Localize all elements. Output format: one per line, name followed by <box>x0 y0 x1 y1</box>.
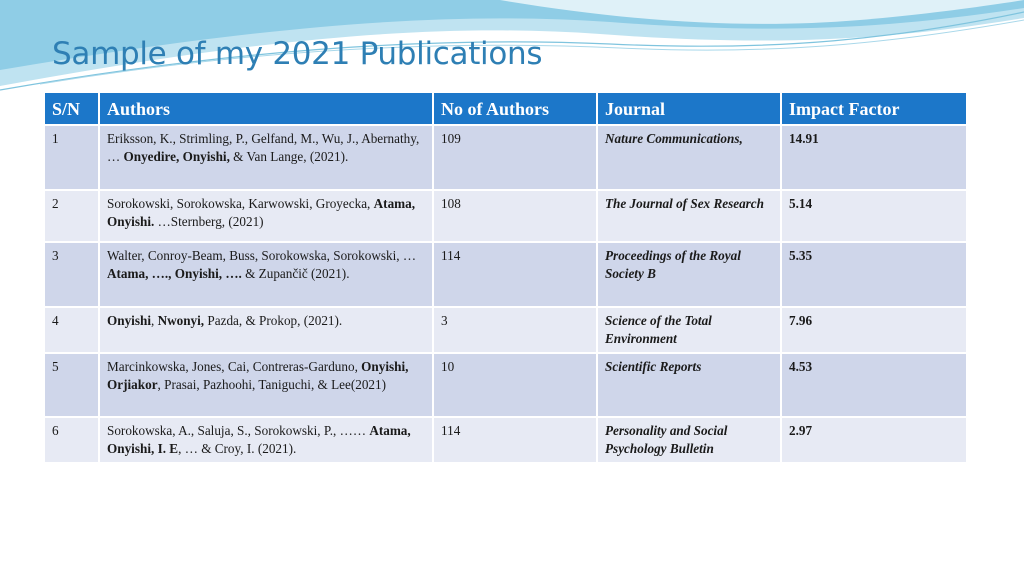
author-count-cell: 114 <box>433 416 598 462</box>
journal-cell: The Journal of Sex Research <box>597 189 782 242</box>
author-count-cell: 10 <box>433 352 598 417</box>
serial-number-cell: 6 <box>45 416 100 462</box>
serial-number-cell: 4 <box>45 306 100 353</box>
author-count-cell: 3 <box>433 306 598 353</box>
author-text: Marcinkowska, Jones, Cai, Contreras-Gard… <box>107 359 362 374</box>
serial-number-cell: 2 <box>45 189 100 242</box>
table-row: 5 Marcinkowska, Jones, Cai, Contreras-Gar… <box>45 352 966 417</box>
impact-factor-cell: 5.14 <box>781 189 966 242</box>
author-highlight: Nwonyi, <box>157 313 205 328</box>
journal-cell: Personality and Social Psychology Bullet… <box>597 416 782 462</box>
journal-cell: Scientific Reports <box>597 352 782 417</box>
author-count-cell: 109 <box>433 124 598 190</box>
author-text: …Sternberg, (2021) <box>154 214 264 229</box>
author-count-cell: 114 <box>433 241 598 307</box>
author-text: Sorokowska, A., Saluja, S., Sorokowski, … <box>107 423 370 438</box>
author-text: , <box>150 313 158 328</box>
author-text: Pazda, & Prokop, (2021). <box>204 313 343 328</box>
author-text: & Van Lange, (2021). <box>229 149 349 164</box>
serial-number-cell: 1 <box>45 124 100 190</box>
journal-cell: Science of the Total Environment <box>597 306 782 353</box>
authors-cell: Onyishi, Nwonyi, Pazda, & Prokop, (2021)… <box>99 306 434 353</box>
serial-number-cell: 5 <box>45 352 100 417</box>
author-text: , … & Croy, I. (2021). <box>178 441 297 456</box>
table-row: 1 Eriksson, K., Strimling, P., Gelfand, M… <box>45 124 966 190</box>
author-count-cell: 108 <box>433 189 598 242</box>
header-impact-factor: Impact Factor <box>781 93 966 125</box>
table-row: 4 Onyishi, Nwonyi, Pazda, & Prokop, (2021… <box>45 306 966 353</box>
author-text: & Zupančič (2021). <box>241 266 350 281</box>
header-sn: S/N <box>45 93 100 125</box>
impact-factor-cell: 4.53 <box>781 352 966 417</box>
impact-factor-cell: 5.35 <box>781 241 966 307</box>
publications-table: S/N Authors No of Authors Journal Impact… <box>45 93 966 462</box>
header-no-of-authors: No of Authors <box>433 93 598 125</box>
journal-cell: Nature Communications, <box>597 124 782 190</box>
impact-factor-cell: 14.91 <box>781 124 966 190</box>
authors-cell: Marcinkowska, Jones, Cai, Contreras-Gard… <box>99 352 434 417</box>
author-highlight: Onyishi <box>107 313 151 328</box>
author-highlight: Onyedire, Onyishi, <box>123 149 230 164</box>
table-row: 3 Walter, Conroy-Beam, Buss, Sorokowska, … <box>45 241 966 307</box>
impact-factor-cell: 2.97 <box>781 416 966 462</box>
authors-cell: Eriksson, K., Strimling, P., Gelfand, M.… <box>99 124 434 190</box>
authors-cell: Walter, Conroy-Beam, Buss, Sorokowska, S… <box>99 241 434 307</box>
header-authors: Authors <box>99 93 434 125</box>
author-text: Walter, Conroy-Beam, Buss, Sorokowska, S… <box>107 248 417 263</box>
table-row: 2 Sorokowski, Sorokowska, Karwowski, Groy… <box>45 189 966 242</box>
table-header-row: S/N Authors No of Authors Journal Impact… <box>45 93 966 125</box>
header-journal: Journal <box>597 93 782 125</box>
author-text: , Prasai, Pazhoohi, Taniguchi, & Lee(202… <box>157 377 387 392</box>
impact-factor-cell: 7.96 <box>781 306 966 353</box>
authors-cell: Sorokowska, A., Saluja, S., Sorokowski, … <box>99 416 434 462</box>
journal-cell: Proceedings of the Royal Society B <box>597 241 782 307</box>
table-row: 6 Sorokowska, A., Saluja, S., Sorokowski,… <box>45 416 966 462</box>
serial-number-cell: 3 <box>45 241 100 307</box>
slide-title: Sample of my 2021 Publications <box>52 36 543 72</box>
author-text: Sorokowski, Sorokowska, Karwowski, Groye… <box>107 196 374 211</box>
authors-cell: Sorokowski, Sorokowska, Karwowski, Groye… <box>99 189 434 242</box>
author-highlight: Atama, …., Onyishi, …. <box>107 266 242 281</box>
